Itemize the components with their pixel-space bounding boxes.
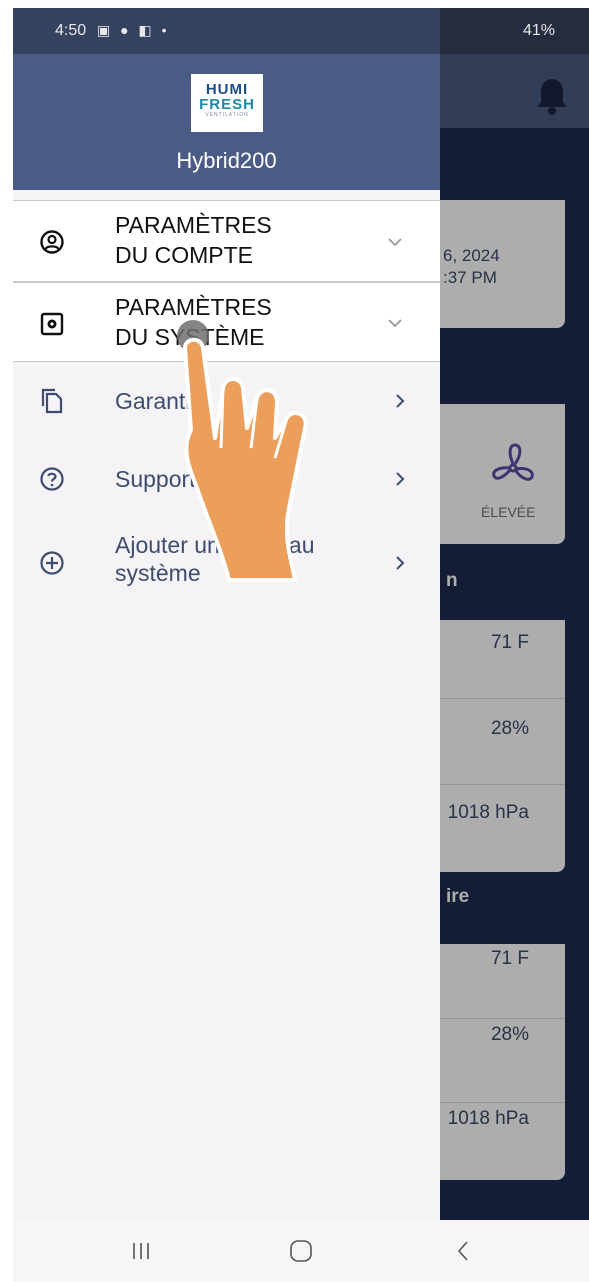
account-circle-icon	[40, 230, 64, 254]
humifresh-logo: HUMI FRESH VENTILATION	[191, 74, 263, 132]
status-bar: 4:50 ▣ ● ◧ • 41%	[13, 8, 589, 54]
chevron-right-icon	[396, 394, 405, 408]
account-settings-item[interactable]: PARAMÈTRES DU COMPTE	[13, 200, 440, 282]
chevron-right-icon	[396, 472, 405, 486]
account-settings-label-2: DU COMPTE	[115, 242, 253, 268]
chevron-down-icon	[388, 319, 402, 328]
recent-apps-button[interactable]	[121, 1236, 161, 1266]
status-time: 4:50	[55, 22, 87, 39]
system-navigation-bar	[13, 1220, 589, 1282]
touch-hand-indicator	[177, 320, 308, 582]
notification-icons: ▣ ● ◧ •	[97, 22, 170, 38]
back-button[interactable]	[443, 1236, 483, 1266]
logo-text: HUMI	[205, 81, 249, 98]
navigation-drawer: HUMI FRESH VENTILATION Hybrid200 PARAMÈT…	[13, 8, 440, 1220]
add-circle-icon	[40, 551, 64, 575]
chevron-right-icon	[396, 556, 405, 570]
help-circle-icon	[40, 467, 64, 491]
account-settings-label-1: PARAMÈTRES	[115, 212, 272, 238]
phone-screen: 6, 2024 :37 PM ÉLEVÉE n 71 F 28% 1018 hP…	[13, 8, 589, 1282]
chevron-down-icon	[388, 238, 402, 247]
settings-box-icon	[40, 312, 64, 336]
home-button[interactable]	[281, 1236, 321, 1266]
device-name: Hybrid200	[176, 148, 277, 173]
copy-icon	[41, 388, 63, 414]
battery-percent: 41%	[522, 22, 555, 39]
logo-text: FRESH	[199, 96, 255, 113]
